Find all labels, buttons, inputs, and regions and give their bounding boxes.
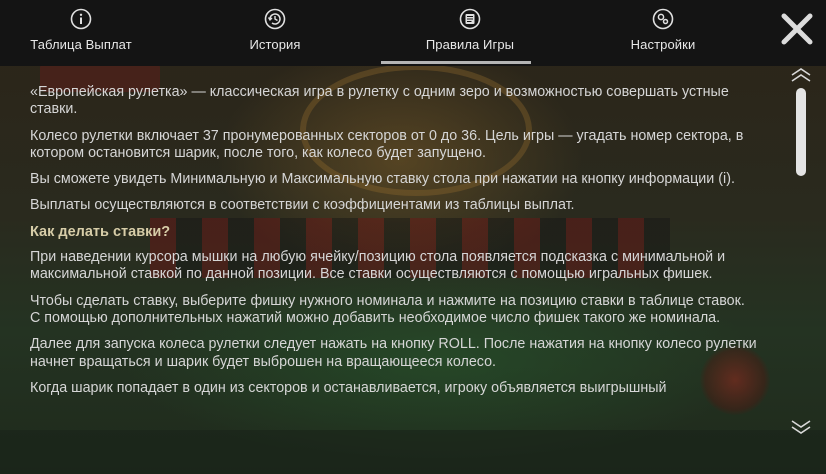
tab-history[interactable]: История bbox=[215, 0, 335, 66]
rules-paragraph: «Европейская рулетка» — классическая игр… bbox=[30, 84, 729, 118]
rules-paragraph: Вы сможете увидеть Минимальную и Максима… bbox=[30, 171, 735, 188]
tab-label: Таблица Выплат bbox=[30, 37, 132, 52]
tab-label: Настройки bbox=[630, 37, 696, 52]
scroll-up-icon[interactable] bbox=[790, 68, 812, 82]
rules-paragraph: Колесо рулетки включает 37 пронумерованн… bbox=[30, 127, 744, 161]
close-icon[interactable] bbox=[778, 10, 816, 48]
rules-paragraph: Выплаты осуществляются в соответствии с … bbox=[30, 197, 575, 214]
tab-settings[interactable]: Настройки bbox=[605, 0, 721, 66]
scroll-down-icon[interactable] bbox=[790, 420, 812, 434]
rules-paragraph: Далее для запуска колеса рулетки следует… bbox=[30, 336, 757, 370]
rules-paragraph: При наведении курсора мышки на любую яче… bbox=[30, 249, 726, 283]
rules-icon bbox=[459, 8, 481, 30]
settings-icon bbox=[652, 8, 674, 30]
scrollbar-thumb[interactable] bbox=[796, 88, 806, 176]
tab-paytable[interactable]: Таблица Выплат bbox=[10, 0, 152, 66]
tab-label: История bbox=[249, 37, 301, 52]
history-icon bbox=[264, 8, 286, 30]
active-tab-indicator bbox=[381, 61, 531, 64]
tab-label: Правила Игры bbox=[425, 37, 515, 52]
info-icon bbox=[70, 8, 92, 30]
top-navigation: Таблица Выплат История Правила Игры Наст… bbox=[0, 0, 826, 66]
rules-paragraph: Когда шарик попадает в один из секторов … bbox=[30, 379, 667, 396]
section-heading: Как делать ставки? bbox=[30, 223, 171, 240]
rules-content: «Европейская рулетка» — классическая игр… bbox=[30, 84, 758, 450]
rules-paragraph: Чтобы сделать ставку, выберите фишку нуж… bbox=[30, 292, 745, 326]
tab-rules[interactable]: Правила Игры bbox=[395, 0, 545, 66]
